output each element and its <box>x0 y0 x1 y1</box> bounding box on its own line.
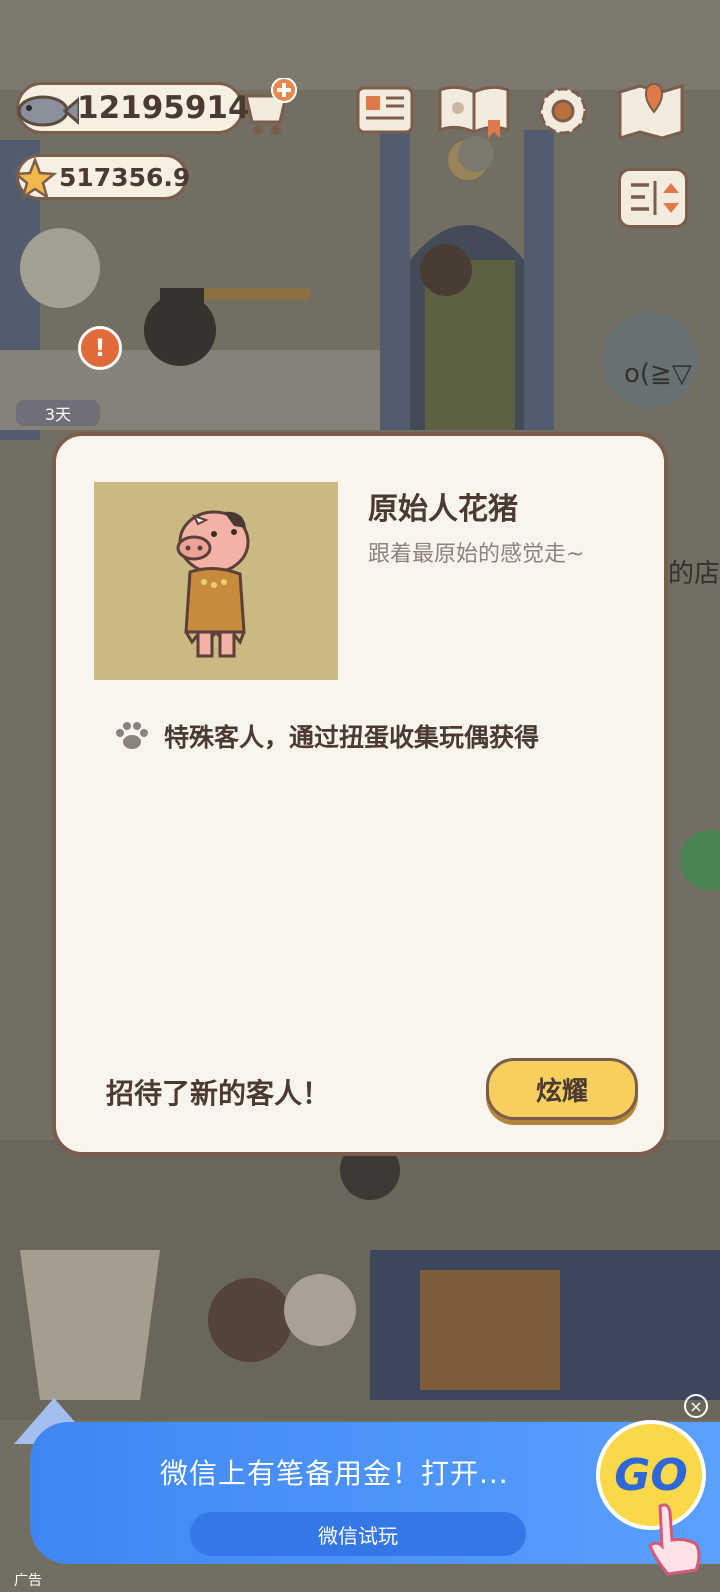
cat-day-badge-label: 3天 <box>44 405 72 424</box>
guest-portrait <box>94 482 338 680</box>
book-icon[interactable] <box>436 80 512 142</box>
star-currency-pill: 517356.9 <box>13 154 191 200</box>
fish-shop-button[interactable] <box>238 78 300 140</box>
guest-description: 跟着最原始的感觉走~ <box>368 542 585 567</box>
hand-pointer-icon <box>648 1503 701 1576</box>
paw-icon <box>116 722 148 749</box>
ad-close-button[interactable]: × <box>684 1394 708 1418</box>
show-off-button-label: 炫耀 <box>535 1076 588 1107</box>
settings-gear-icon[interactable] <box>532 80 594 142</box>
acquisition-note: 特殊客人，通过扭蛋收集玩偶获得 <box>114 718 539 754</box>
ad-trial-button-label: 微信试玩 <box>318 1523 398 1548</box>
new-guest-dialog: 原始人花猪 跟着最原始的感觉走~ 特殊客人，通过扭蛋收集玩偶获得 招待了新的客人… <box>52 432 668 1156</box>
map-icon[interactable] <box>616 80 686 142</box>
fish-currency-pill: 12195914 <box>16 82 250 134</box>
new-guest-message: 招待了新的客人！ <box>106 1077 331 1110</box>
ad-headline: 微信上有笔备用金！打开... <box>160 1457 509 1490</box>
star-count: 517356.9 <box>59 162 191 192</box>
show-off-button[interactable]: 炫耀 <box>486 1058 638 1120</box>
sort-icon <box>631 181 679 215</box>
ad-go-label: GO <box>614 1449 688 1501</box>
fish-count: 12195914 <box>77 90 250 126</box>
sort-toggle-button[interactable] <box>618 168 688 228</box>
guest-name: 原始人花猪 <box>368 492 518 527</box>
fish-icon <box>17 95 79 127</box>
newspaper-icon[interactable] <box>354 80 416 142</box>
pig-caveman-illustration <box>176 510 250 658</box>
acquisition-note-text: 特殊客人，通过扭蛋收集玩偶获得 <box>164 723 540 752</box>
ad-tag: 广告 <box>14 1573 42 1589</box>
alert-icon[interactable]: ! <box>78 326 122 370</box>
ad-trial-button[interactable]: 微信试玩 <box>190 1512 526 1556</box>
cat-day-badge[interactable]: 3天 <box>16 400 100 426</box>
star-icon <box>13 157 57 200</box>
